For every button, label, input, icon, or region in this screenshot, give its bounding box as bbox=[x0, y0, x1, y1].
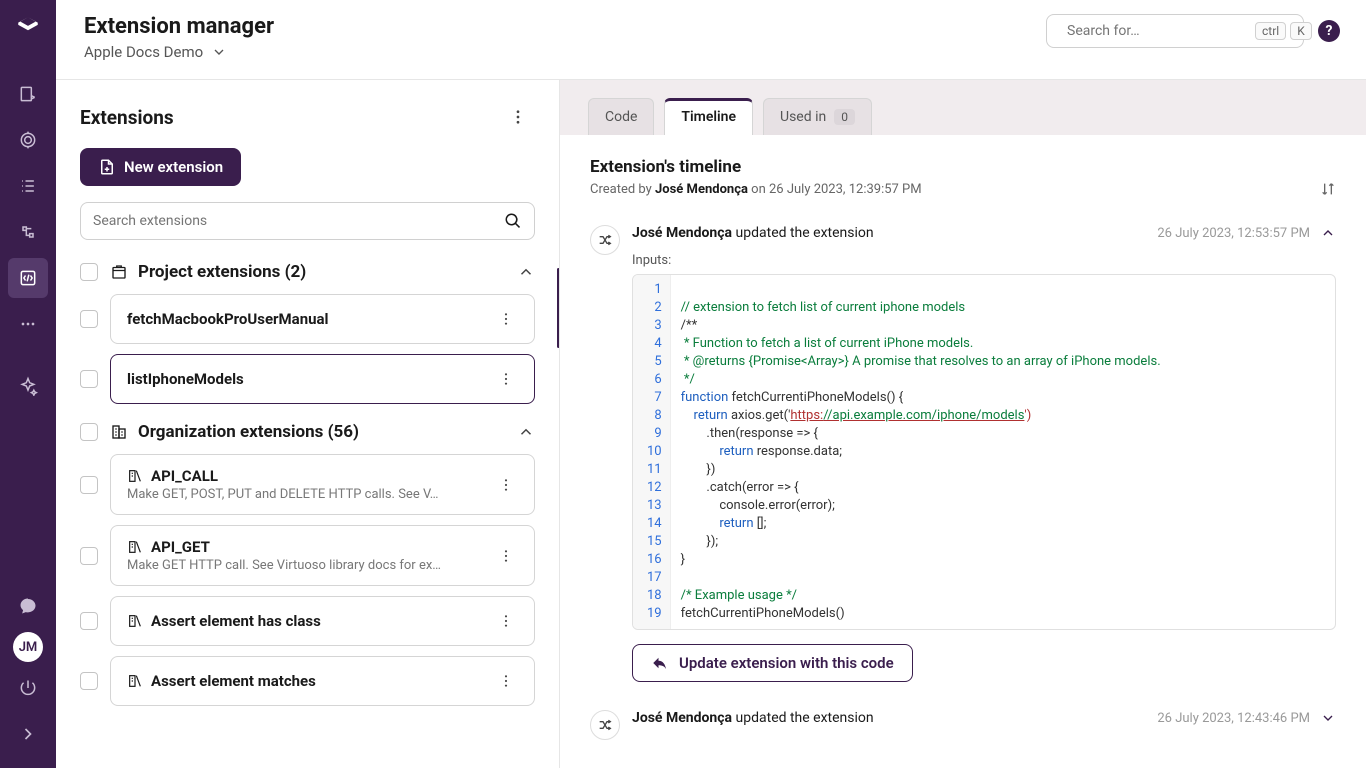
tab-used-in[interactable]: Used in 0 bbox=[763, 98, 872, 135]
update-extension-button[interactable]: Update extension with this code bbox=[632, 644, 913, 682]
timeline-event-text: José Mendonça updated the extension bbox=[632, 710, 874, 726]
nav-list-icon[interactable] bbox=[8, 166, 48, 206]
extension-checkbox[interactable] bbox=[80, 310, 98, 328]
inputs-label: Inputs: bbox=[632, 253, 1336, 268]
extension-item-menu[interactable] bbox=[490, 609, 522, 633]
nav-flow-icon[interactable] bbox=[8, 212, 48, 252]
help-button[interactable]: ? bbox=[1318, 20, 1340, 42]
page-title: Extension manager bbox=[84, 14, 274, 39]
timeline-event-icon bbox=[590, 225, 620, 255]
extension-item-menu[interactable] bbox=[490, 544, 522, 568]
extension-item-menu[interactable] bbox=[490, 669, 522, 693]
extension-item[interactable]: API_CALL Make GET, POST, PUT and DELETE … bbox=[110, 454, 535, 515]
extension-item[interactable]: fetchMacbookProUserManual bbox=[110, 294, 535, 344]
extensions-search-input[interactable] bbox=[93, 213, 504, 229]
library-icon bbox=[127, 613, 143, 629]
breadcrumb-label: Apple Docs Demo bbox=[84, 43, 203, 61]
nav-power-icon[interactable] bbox=[8, 668, 48, 708]
org-icon bbox=[110, 423, 128, 441]
project-icon bbox=[110, 263, 128, 281]
new-extension-button[interactable]: New extension bbox=[80, 148, 241, 186]
nav-collapse-icon[interactable] bbox=[8, 714, 48, 754]
extensions-menu-button[interactable] bbox=[501, 104, 535, 130]
nav-extensions-icon[interactable] bbox=[8, 258, 48, 298]
breadcrumb[interactable]: Apple Docs Demo bbox=[84, 43, 274, 61]
file-plus-icon bbox=[98, 158, 116, 176]
extension-item-menu[interactable] bbox=[490, 307, 522, 331]
timeline-created-meta: Created by José Mendonça on 26 July 2023… bbox=[590, 182, 922, 197]
main-area: Extension manager Apple Docs Demo ctrl K… bbox=[56, 0, 1366, 768]
page-header: Extension manager Apple Docs Demo ctrl K… bbox=[56, 0, 1366, 80]
library-icon bbox=[127, 673, 143, 689]
nav-goals-icon[interactable] bbox=[8, 74, 48, 114]
global-search-input[interactable] bbox=[1067, 23, 1245, 39]
group-header[interactable]: Organization extensions (56) bbox=[80, 422, 535, 442]
nav-ai-icon[interactable] bbox=[8, 366, 48, 406]
library-icon bbox=[127, 539, 143, 555]
search-shortcut: ctrl K bbox=[1255, 22, 1312, 40]
timeline-event-icon bbox=[590, 710, 620, 740]
app-logo bbox=[15, 14, 41, 40]
chevron-up-icon[interactable] bbox=[1320, 225, 1336, 241]
extension-item-menu[interactable] bbox=[490, 367, 522, 391]
user-avatar[interactable]: JM bbox=[13, 632, 43, 662]
group-checkbox[interactable] bbox=[80, 423, 98, 441]
timeline-event-time: 26 July 2023, 12:43:46 PM bbox=[1157, 710, 1336, 726]
group-checkbox[interactable] bbox=[80, 263, 98, 281]
sort-icon[interactable] bbox=[1320, 181, 1336, 197]
extension-checkbox[interactable] bbox=[80, 476, 98, 494]
extension-checkbox[interactable] bbox=[80, 547, 98, 565]
nav-chat-icon[interactable] bbox=[8, 586, 48, 626]
detail-tabs: Code Timeline Used in 0 bbox=[560, 80, 1366, 135]
tab-code[interactable]: Code bbox=[588, 98, 654, 135]
timeline-event-text: José Mendonça updated the extension bbox=[632, 225, 874, 241]
detail-panel: Code Timeline Used in 0 Extension's time… bbox=[560, 80, 1366, 768]
extensions-heading: Extensions bbox=[80, 106, 174, 129]
group-header[interactable]: Project extensions (2) bbox=[80, 262, 535, 282]
extension-item[interactable]: Assert element has class bbox=[110, 596, 535, 646]
extension-item[interactable]: listIphoneModels bbox=[110, 354, 535, 404]
extension-checkbox[interactable] bbox=[80, 672, 98, 690]
tab-timeline[interactable]: Timeline bbox=[664, 98, 753, 135]
code-gutter: 12345678910111213141516171819 bbox=[633, 275, 671, 629]
code-source[interactable]: // extension to fetch list of current ip… bbox=[671, 275, 1335, 629]
extension-item[interactable]: API_GET Make GET HTTP call. See Virtuoso… bbox=[110, 525, 535, 586]
extension-checkbox[interactable] bbox=[80, 370, 98, 388]
timeline-event-time: 26 July 2023, 12:53:57 PM bbox=[1157, 225, 1336, 241]
chevron-down-icon[interactable] bbox=[1320, 710, 1336, 726]
chevron-up-icon[interactable] bbox=[517, 263, 535, 281]
extension-item[interactable]: Assert element matches bbox=[110, 656, 535, 706]
extensions-panel: Extensions New extension Project extensi… bbox=[56, 80, 560, 768]
nav-target-icon[interactable] bbox=[8, 120, 48, 160]
timeline-title: Extension's timeline bbox=[590, 157, 1336, 177]
chevron-up-icon[interactable] bbox=[517, 423, 535, 441]
extensions-search[interactable] bbox=[80, 202, 535, 240]
used-in-count-badge: 0 bbox=[834, 109, 855, 125]
nav-rail: JM bbox=[0, 0, 56, 768]
nav-more-icon[interactable] bbox=[8, 304, 48, 344]
global-search[interactable]: ctrl K bbox=[1046, 14, 1304, 48]
timeline-panel: Extension's timeline Created by José Men… bbox=[560, 135, 1366, 768]
extension-item-menu[interactable] bbox=[490, 473, 522, 497]
extension-checkbox[interactable] bbox=[80, 612, 98, 630]
chevron-down-icon bbox=[211, 44, 227, 60]
reply-icon bbox=[651, 654, 669, 672]
library-icon bbox=[127, 468, 143, 484]
code-block: 12345678910111213141516171819 // extensi… bbox=[632, 274, 1336, 630]
search-icon bbox=[504, 212, 522, 230]
